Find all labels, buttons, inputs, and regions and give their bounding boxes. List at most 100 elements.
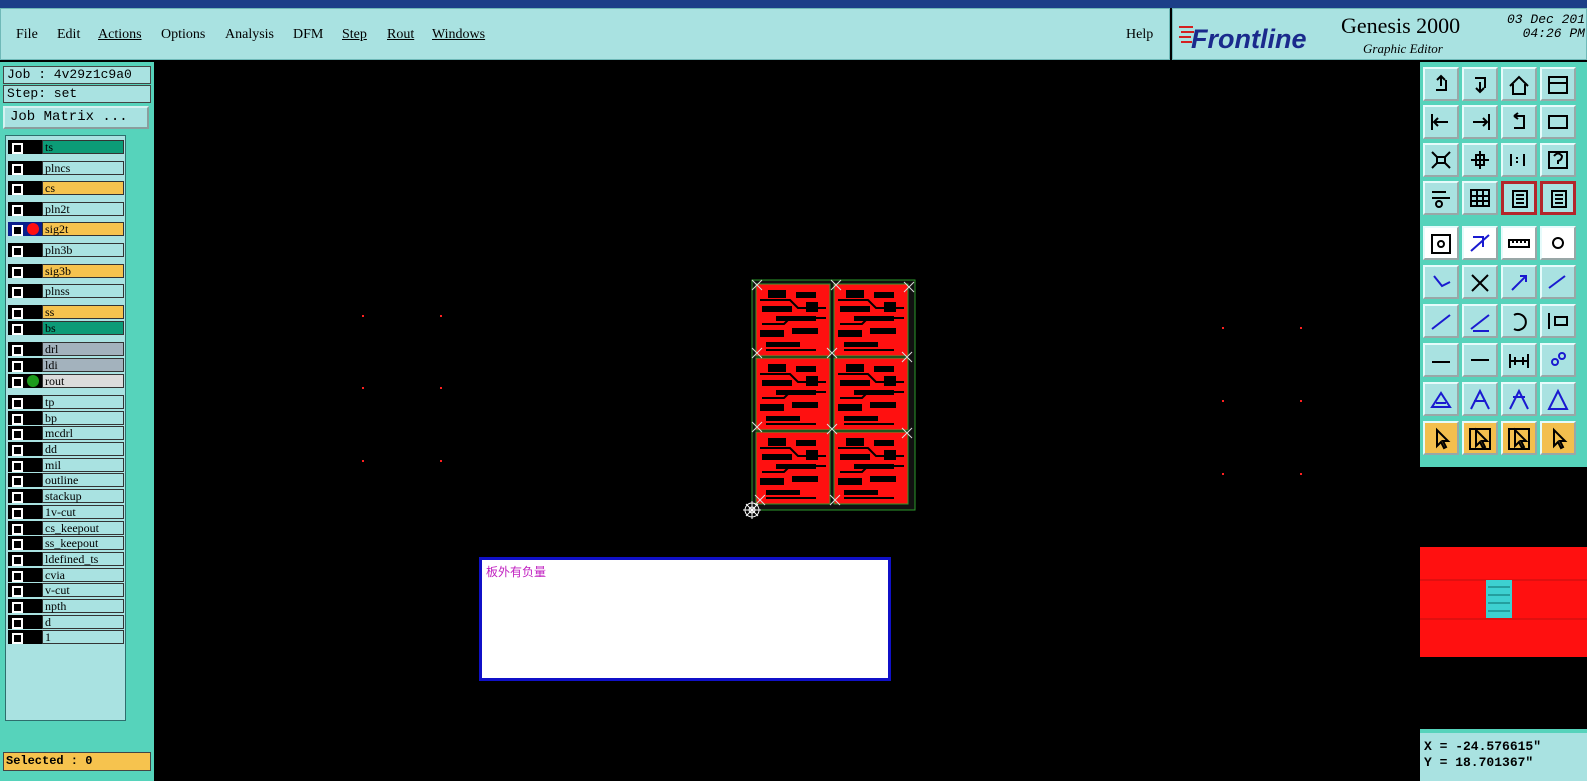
- layer-row-1v-cut[interactable]: 1v-cut: [8, 505, 124, 519]
- layer-name[interactable]: bs: [42, 321, 124, 335]
- layer-checkbox[interactable]: [12, 398, 23, 409]
- layers-tool-button[interactable]: [1501, 181, 1537, 215]
- layer-name[interactable]: tp: [42, 395, 124, 409]
- layer-checkbox[interactable]: [12, 429, 23, 440]
- overview-map[interactable]: [1420, 467, 1587, 729]
- settings-tool-button[interactable]: [1423, 181, 1459, 215]
- pan-right-tool-button[interactable]: [1462, 105, 1498, 139]
- help-tool-button[interactable]: [1540, 143, 1576, 177]
- menu-analysis[interactable]: Analysis: [225, 27, 274, 43]
- layer-row-ldi[interactable]: ldi: [8, 358, 124, 372]
- intersect-tool-button[interactable]: [1462, 265, 1498, 299]
- line-tool-button[interactable]: [1423, 304, 1459, 338]
- zoom-out-tool-button[interactable]: [1462, 67, 1498, 101]
- layer-checkbox[interactable]: [12, 618, 23, 629]
- layer-name[interactable]: dd: [42, 442, 124, 456]
- layer-name[interactable]: mil: [42, 458, 124, 472]
- select-alt-tool-button[interactable]: [1501, 421, 1537, 455]
- layer-row-outline[interactable]: outline: [8, 473, 124, 487]
- layer-row-v-cut[interactable]: v-cut: [8, 583, 124, 597]
- layer-name[interactable]: v-cut: [42, 583, 124, 597]
- menu-dfm[interactable]: DFM: [293, 27, 323, 43]
- layer-name[interactable]: npth: [42, 599, 124, 613]
- layer-name[interactable]: ss: [42, 305, 124, 319]
- layer-name[interactable]: 1v-cut: [42, 505, 124, 519]
- fit-profile-tool-button[interactable]: [1462, 143, 1498, 177]
- fit-tool-button[interactable]: [1423, 143, 1459, 177]
- menu-options[interactable]: Options: [161, 27, 205, 43]
- menu-rout[interactable]: Rout: [387, 27, 414, 43]
- menu-help[interactable]: Help: [1126, 27, 1153, 43]
- pad-tool-button[interactable]: [1540, 226, 1576, 260]
- layer-row-dd[interactable]: dd: [8, 442, 124, 456]
- layer-checkbox[interactable]: [12, 324, 23, 335]
- home-tool-button[interactable]: [1501, 67, 1537, 101]
- select-box-tool-button[interactable]: [1462, 421, 1498, 455]
- layer-row-cs[interactable]: cs: [8, 181, 124, 195]
- select-tool-button[interactable]: [1423, 421, 1459, 455]
- layer-checkbox[interactable]: [12, 205, 23, 216]
- pan-left-tool-button[interactable]: [1423, 105, 1459, 139]
- measure-tool-button[interactable]: [1462, 226, 1498, 260]
- layer-checkbox[interactable]: [12, 377, 23, 388]
- layer-row-sig2t[interactable]: sig2t: [8, 222, 124, 236]
- layer-row-pln2t[interactable]: pln2t: [8, 202, 124, 216]
- layer-row-1[interactable]: 1: [8, 630, 124, 644]
- triangle-b-tool-button[interactable]: [1501, 382, 1537, 416]
- layer-checkbox[interactable]: [12, 508, 23, 519]
- layer-checkbox[interactable]: [12, 571, 23, 582]
- layer-row-ldefined_ts[interactable]: ldefined_ts: [8, 552, 124, 566]
- layer-name[interactable]: outline: [42, 473, 124, 487]
- move-tool-button[interactable]: [1501, 265, 1537, 299]
- layer-row-plncs[interactable]: plncs: [8, 161, 124, 175]
- one-to-one-tool-button[interactable]: [1501, 143, 1537, 177]
- layer-checkbox[interactable]: [12, 287, 23, 298]
- grid-tool-button[interactable]: [1462, 181, 1498, 215]
- layer-name[interactable]: d: [42, 615, 124, 629]
- layer-checkbox[interactable]: [12, 143, 23, 154]
- layer-checkbox[interactable]: [12, 308, 23, 319]
- layer-checkbox[interactable]: [12, 586, 23, 597]
- layer-name[interactable]: rout: [42, 374, 124, 388]
- window-tool-button[interactable]: [1540, 67, 1576, 101]
- layer-row-drl[interactable]: drl: [8, 342, 124, 356]
- layer-name[interactable]: sig2t: [42, 222, 124, 236]
- layer-name[interactable]: bp: [42, 411, 124, 425]
- layer-row-ss_keepout[interactable]: ss_keepout: [8, 536, 124, 550]
- layer-name[interactable]: cs_keepout: [42, 521, 124, 535]
- layer-row-cvia[interactable]: cvia: [8, 568, 124, 582]
- layer-checkbox[interactable]: [12, 602, 23, 613]
- redo-tool-button[interactable]: [1540, 105, 1576, 139]
- menu-step[interactable]: Step: [342, 27, 367, 43]
- layer-row-stackup[interactable]: stackup: [8, 489, 124, 503]
- menu-file[interactable]: File: [16, 27, 38, 43]
- layer-checkbox[interactable]: [12, 461, 23, 472]
- layer-checkbox[interactable]: [12, 524, 23, 535]
- cluster-tool-button[interactable]: [1540, 343, 1576, 377]
- layer-name[interactable]: 1: [42, 630, 124, 644]
- job-matrix-button[interactable]: Job Matrix ...: [3, 106, 149, 129]
- connect-tool-button[interactable]: [1423, 265, 1459, 299]
- distance-tool-button[interactable]: [1501, 343, 1537, 377]
- split-tool-button[interactable]: [1540, 265, 1576, 299]
- menu-edit[interactable]: Edit: [57, 27, 80, 43]
- layer-name[interactable]: ss_keepout: [42, 536, 124, 550]
- triangle-a-tool-button[interactable]: [1462, 382, 1498, 416]
- layer-name[interactable]: ldefined_ts: [42, 552, 124, 566]
- layer-row-npth[interactable]: npth: [8, 599, 124, 613]
- graphic-canvas[interactable]: 板外有负量: [154, 62, 1420, 781]
- layer-checkbox[interactable]: [12, 184, 23, 195]
- layer-name[interactable]: ts: [42, 140, 124, 154]
- layer-checkbox[interactable]: [12, 414, 23, 425]
- layer-row-plnss[interactable]: plnss: [8, 284, 124, 298]
- layer-name[interactable]: plncs: [42, 161, 124, 175]
- layer-name[interactable]: mcdrl: [42, 426, 124, 440]
- triangle-c-tool-button[interactable]: [1540, 382, 1576, 416]
- layer-checkbox[interactable]: [12, 267, 23, 278]
- layer-checkbox[interactable]: [12, 361, 23, 372]
- select-more-tool-button[interactable]: [1540, 421, 1576, 455]
- layer-checkbox[interactable]: [12, 445, 23, 456]
- layer-row-pln3b[interactable]: pln3b: [8, 243, 124, 257]
- triangle-tool-button[interactable]: [1423, 382, 1459, 416]
- menu-actions[interactable]: Actions: [98, 27, 142, 43]
